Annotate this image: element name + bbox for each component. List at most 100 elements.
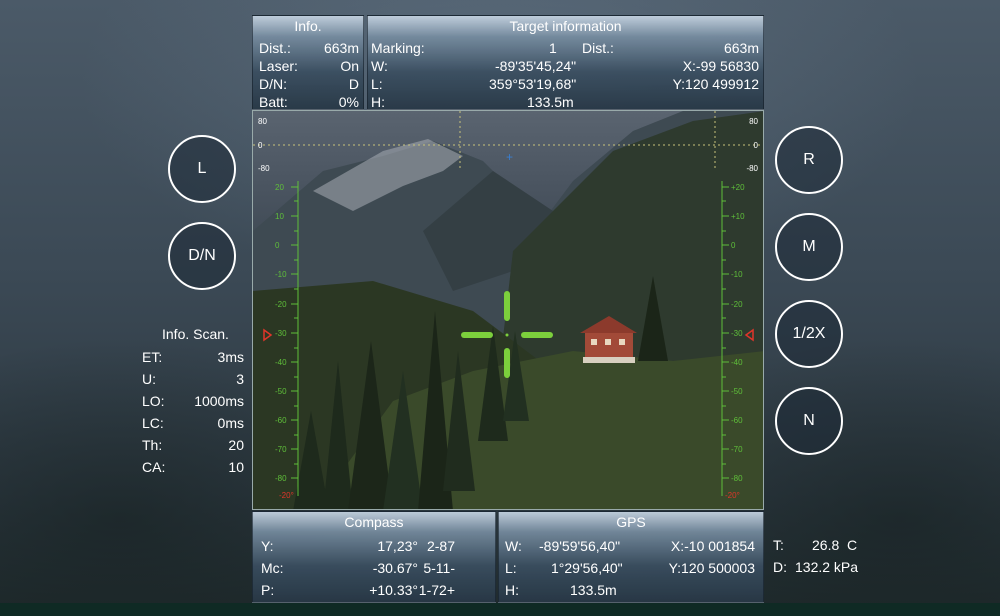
left-tick-label: -50 <box>275 387 287 396</box>
info-dist-value: 663m <box>323 40 359 56</box>
compass-p-label: P: <box>261 582 275 598</box>
right-tick-label: -40 <box>731 358 743 367</box>
target-marking-label: Marking: <box>371 40 425 56</box>
n-button-label: N <box>803 412 815 429</box>
scale-top-neg80-right: -80 <box>746 164 758 173</box>
bottom-strip <box>0 603 1000 616</box>
scale-top-80-right: 80 <box>749 117 758 126</box>
right-tick-label: -20 <box>731 300 743 309</box>
target-marking-value: 1 <box>549 40 557 56</box>
gps-l-value: 1°29'56,40" <box>551 560 623 576</box>
scale-top-neg80-left: -80 <box>258 164 270 173</box>
info-batt-value: 0% <box>338 94 359 110</box>
scale-top-80-left: 80 <box>258 117 267 126</box>
right-tick-label: -80 <box>731 474 743 483</box>
right-tick-label: -30 <box>731 329 743 338</box>
zoom-button-label: 1/2X <box>792 325 826 342</box>
pressure-value: 132.2 kPa <box>795 559 859 575</box>
compass-y-value: 17,23° <box>377 538 418 554</box>
left-tick-label: -40 <box>275 358 287 367</box>
scan-th-label: Th: <box>142 437 163 453</box>
info-laser-value: On <box>340 58 359 74</box>
gps-x-value: X:-10 001854 <box>670 538 755 554</box>
target-w-label: W: <box>371 58 388 74</box>
right-tick-label: -70 <box>731 445 743 454</box>
compass-title: Compass <box>344 514 404 530</box>
info-laser-label: Laser: <box>259 58 298 74</box>
scan-lo-label: LO: <box>142 393 165 409</box>
target-l-value: 359°53'19,68" <box>489 76 577 92</box>
temp-label: T: <box>773 537 784 553</box>
left-tick-label: -20 <box>275 300 287 309</box>
left-tick-label: 10 <box>275 212 284 221</box>
pressure-label: D: <box>773 559 787 575</box>
right-tick-label: +20 <box>731 183 745 192</box>
right-tick-label: +10 <box>731 212 745 221</box>
target-l-label: L: <box>371 76 383 92</box>
target-y-value: Y:120 499912 <box>672 76 759 92</box>
gps-title: GPS <box>616 514 646 530</box>
info-panel: Info. Dist.: 663m Laser: On D/N: D Batt:… <box>252 15 364 110</box>
info-dn-label: D/N: <box>259 76 287 92</box>
right-tick-label: -50 <box>731 387 743 396</box>
scan-th-value: 20 <box>228 437 244 453</box>
gps-w-label: W: <box>505 538 522 554</box>
compass-mc-label: Mc: <box>261 560 284 576</box>
target-h-label: H: <box>371 94 385 110</box>
camera-viewport[interactable]: + 80 0 -80 80 0 -80 20 10 0 -10 -20 -30 … <box>252 110 764 510</box>
temp-value: 26.8 C <box>812 537 858 553</box>
left-tick-label: -30 <box>275 329 287 338</box>
m-button-label: M <box>802 238 816 255</box>
bottom-left-angle: -20° <box>279 491 294 500</box>
right-tick-label: -60 <box>731 416 743 425</box>
compass-panel: Compass Y: 17,23° 2-87 Mc: -30.67° 5-11-… <box>252 511 496 603</box>
r-button-label: R <box>803 151 815 168</box>
target-dist-value: 663m <box>723 40 759 56</box>
m-button[interactable]: M <box>775 213 843 281</box>
viewport-scene: + <box>253 111 763 509</box>
scan-u-value: 3 <box>236 371 244 387</box>
left-tick-label: -70 <box>275 445 287 454</box>
scale-top-0-left: 0 <box>258 141 263 150</box>
scan-et-label: ET: <box>142 349 163 365</box>
left-tick-label: -80 <box>275 474 287 483</box>
left-tick-label: 20 <box>275 183 284 192</box>
target-x-value: X:-99 56830 <box>682 58 759 74</box>
gps-y-value: Y:120 500003 <box>668 560 755 576</box>
l-button-label: L <box>197 160 207 177</box>
target-w-value: -89'35'45,24" <box>495 58 577 74</box>
gps-h-label: H: <box>505 582 519 598</box>
n-button[interactable]: N <box>775 387 843 455</box>
compass-mc-value: -30.67° <box>372 560 418 576</box>
l-button[interactable]: L <box>168 135 236 203</box>
info-scan-title: Info. Scan. <box>162 326 229 342</box>
left-tick-label: 0 <box>275 241 280 250</box>
gps-l-label: L: <box>505 560 517 576</box>
target-h-value: 133.5m <box>527 94 574 110</box>
zoom-button[interactable]: 1/2X <box>775 300 843 368</box>
info-batt-label: Batt: <box>259 94 288 110</box>
bottom-right-angle: -20° <box>725 491 740 500</box>
scan-lo-value: 1000ms <box>194 393 244 409</box>
info-dist-label: Dist.: <box>259 40 291 56</box>
r-button[interactable]: R <box>775 126 843 194</box>
target-info-title: Target information <box>509 18 622 34</box>
info-dn-value: D <box>348 76 359 92</box>
scan-lc-label: LC: <box>142 415 164 431</box>
scale-top-0-right: 0 <box>753 141 758 150</box>
info-panel-title: Info. <box>294 18 322 34</box>
left-tick-label: -60 <box>275 416 287 425</box>
scan-et-value: 3ms <box>217 349 244 365</box>
compass-mc-extra: 5-11- <box>423 560 455 576</box>
compass-p-value: +10.33° <box>369 582 418 598</box>
right-tick-label: -10 <box>731 270 743 279</box>
scan-ca-value: 10 <box>228 459 244 475</box>
compass-p-extra: 1-72+ <box>418 582 455 598</box>
svg-text:+: + <box>506 150 513 164</box>
gps-w-value: -89'59'56,40" <box>539 538 621 554</box>
left-tick-label: -10 <box>275 270 287 279</box>
gps-h-value: 133.5m <box>570 582 617 598</box>
right-tick-label: 0 <box>731 241 736 250</box>
day-night-button[interactable]: D/N <box>168 222 236 290</box>
target-dist-label: Dist.: <box>582 40 614 56</box>
